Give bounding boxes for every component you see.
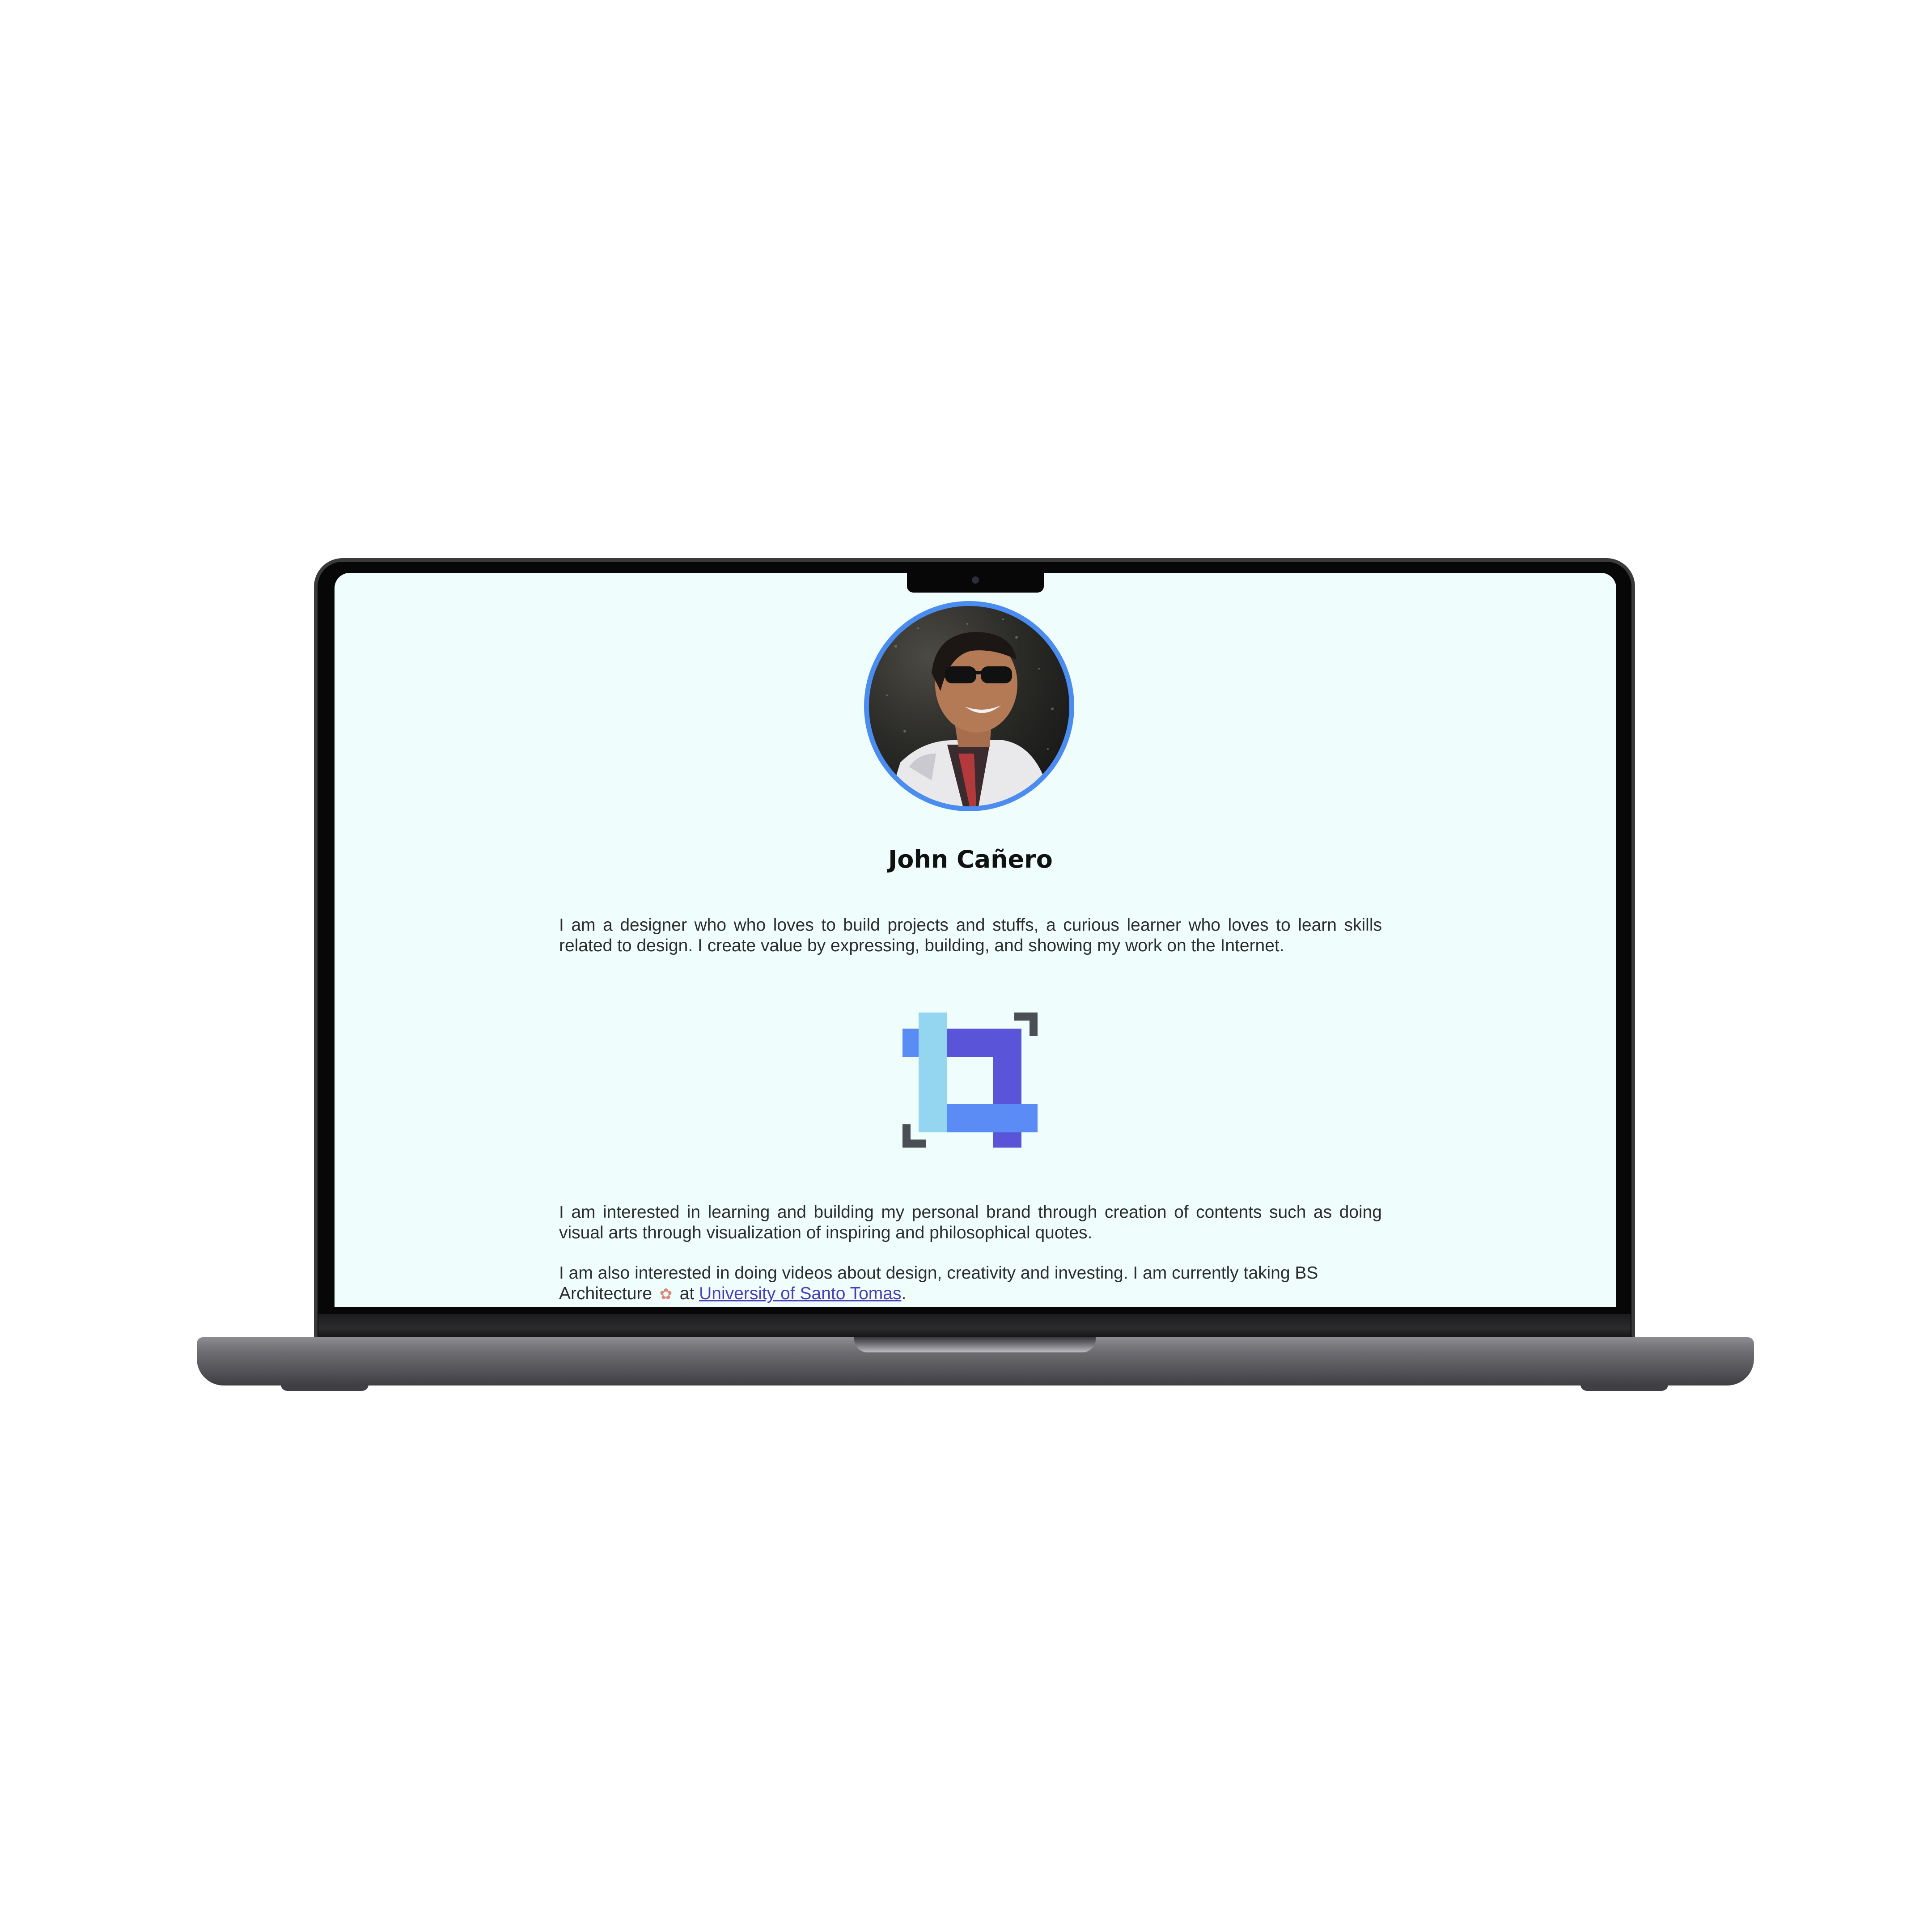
study-at-text: at xyxy=(674,1284,699,1303)
study-paragraph: I am also interested in doing videos abo… xyxy=(559,1263,1382,1305)
palette-icon: ✿ xyxy=(659,1286,673,1303)
laptop-hinge xyxy=(318,1314,1631,1339)
avatar xyxy=(864,601,1074,811)
avatar-photo xyxy=(886,619,1054,806)
interests-paragraph: I am interested in learning and building… xyxy=(559,1203,1382,1242)
intro-paragraph: I am a designer who who loves to build p… xyxy=(559,915,1382,955)
laptop-opening-lip xyxy=(854,1337,1096,1352)
study-period: . xyxy=(901,1284,907,1303)
laptop-foot-left xyxy=(281,1385,369,1391)
crop-logo-icon xyxy=(902,1013,1038,1148)
university-link[interactable]: University of Santo Tomas xyxy=(699,1284,901,1303)
profile-name: John Cañero xyxy=(888,845,1053,873)
camera-icon xyxy=(972,576,979,584)
laptop-foot-right xyxy=(1580,1385,1668,1391)
